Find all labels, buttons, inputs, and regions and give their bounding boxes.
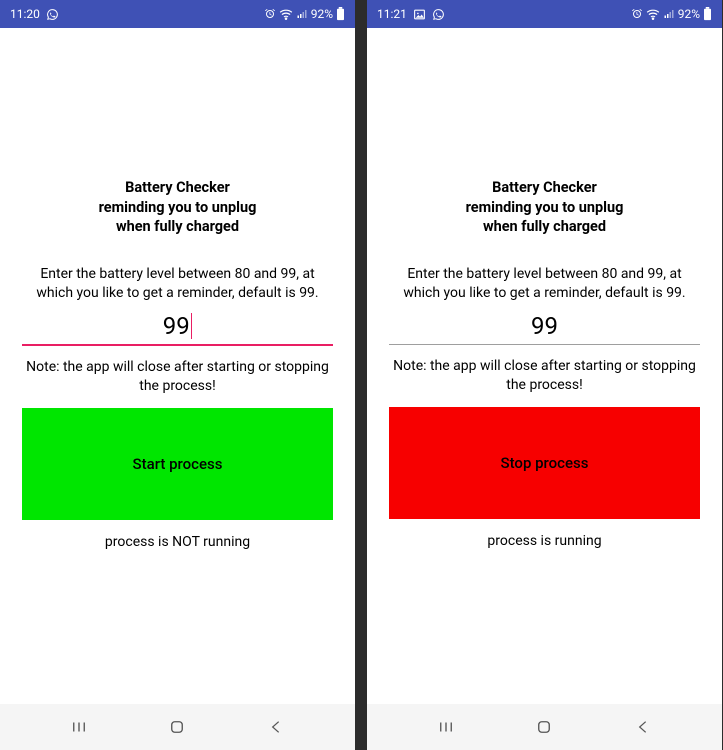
recents-button[interactable] xyxy=(426,707,466,747)
battery-level-input[interactable]: 99 xyxy=(389,312,700,345)
statusbar-left: 11:21 xyxy=(377,7,445,21)
statusbar-time: 11:20 xyxy=(10,7,40,21)
alarm-icon xyxy=(631,8,643,20)
android-navbar xyxy=(0,704,355,750)
android-navbar xyxy=(367,704,722,750)
text-cursor xyxy=(191,313,193,339)
whatsapp-icon xyxy=(432,8,445,21)
wifi-icon xyxy=(279,8,293,20)
battery-icon xyxy=(703,7,712,21)
status-bar: 11:20 92% xyxy=(0,0,355,28)
whatsapp-icon xyxy=(46,8,59,21)
start-process-button[interactable]: Start process xyxy=(22,408,333,520)
battery-level-input[interactable]: 99 xyxy=(22,312,333,346)
wifi-icon xyxy=(646,8,660,20)
battery-percent: 92% xyxy=(678,7,700,21)
close-note: Note: the app will close after starting … xyxy=(22,358,333,396)
recents-button[interactable] xyxy=(59,707,99,747)
battery-percent: 92% xyxy=(311,7,333,21)
statusbar-right: 92% xyxy=(264,7,345,21)
app-content: Battery Checker reminding you to unplug … xyxy=(0,28,355,704)
signal-icon xyxy=(663,8,675,20)
process-status: process is running xyxy=(487,533,601,549)
battery-icon xyxy=(336,7,345,21)
statusbar-left: 11:20 xyxy=(10,7,59,21)
home-button[interactable] xyxy=(524,707,564,747)
statusbar-right: 92% xyxy=(631,7,712,21)
image-icon xyxy=(413,8,426,21)
input-instruction: Enter the battery level between 80 and 9… xyxy=(389,265,700,303)
signal-icon xyxy=(296,8,308,20)
stop-process-button[interactable]: Stop process xyxy=(389,407,700,519)
app-title: Battery Checker reminding you to unplug … xyxy=(99,178,257,237)
home-button[interactable] xyxy=(157,707,197,747)
alarm-icon xyxy=(264,8,276,20)
phone-screen-left: 11:20 92% Battery Checker reminding xyxy=(0,0,355,750)
close-note: Note: the app will close after starting … xyxy=(389,357,700,395)
phone-screen-right: 11:21 92% Battery C xyxy=(367,0,722,750)
app-title: Battery Checker reminding you to unplug … xyxy=(466,178,624,237)
back-button[interactable] xyxy=(623,707,663,747)
statusbar-time: 11:21 xyxy=(377,7,407,21)
status-bar: 11:21 92% xyxy=(367,0,722,28)
process-status: process is NOT running xyxy=(105,534,250,550)
app-content: Battery Checker reminding you to unplug … xyxy=(367,28,722,704)
input-instruction: Enter the battery level between 80 and 9… xyxy=(22,265,333,303)
back-button[interactable] xyxy=(256,707,296,747)
